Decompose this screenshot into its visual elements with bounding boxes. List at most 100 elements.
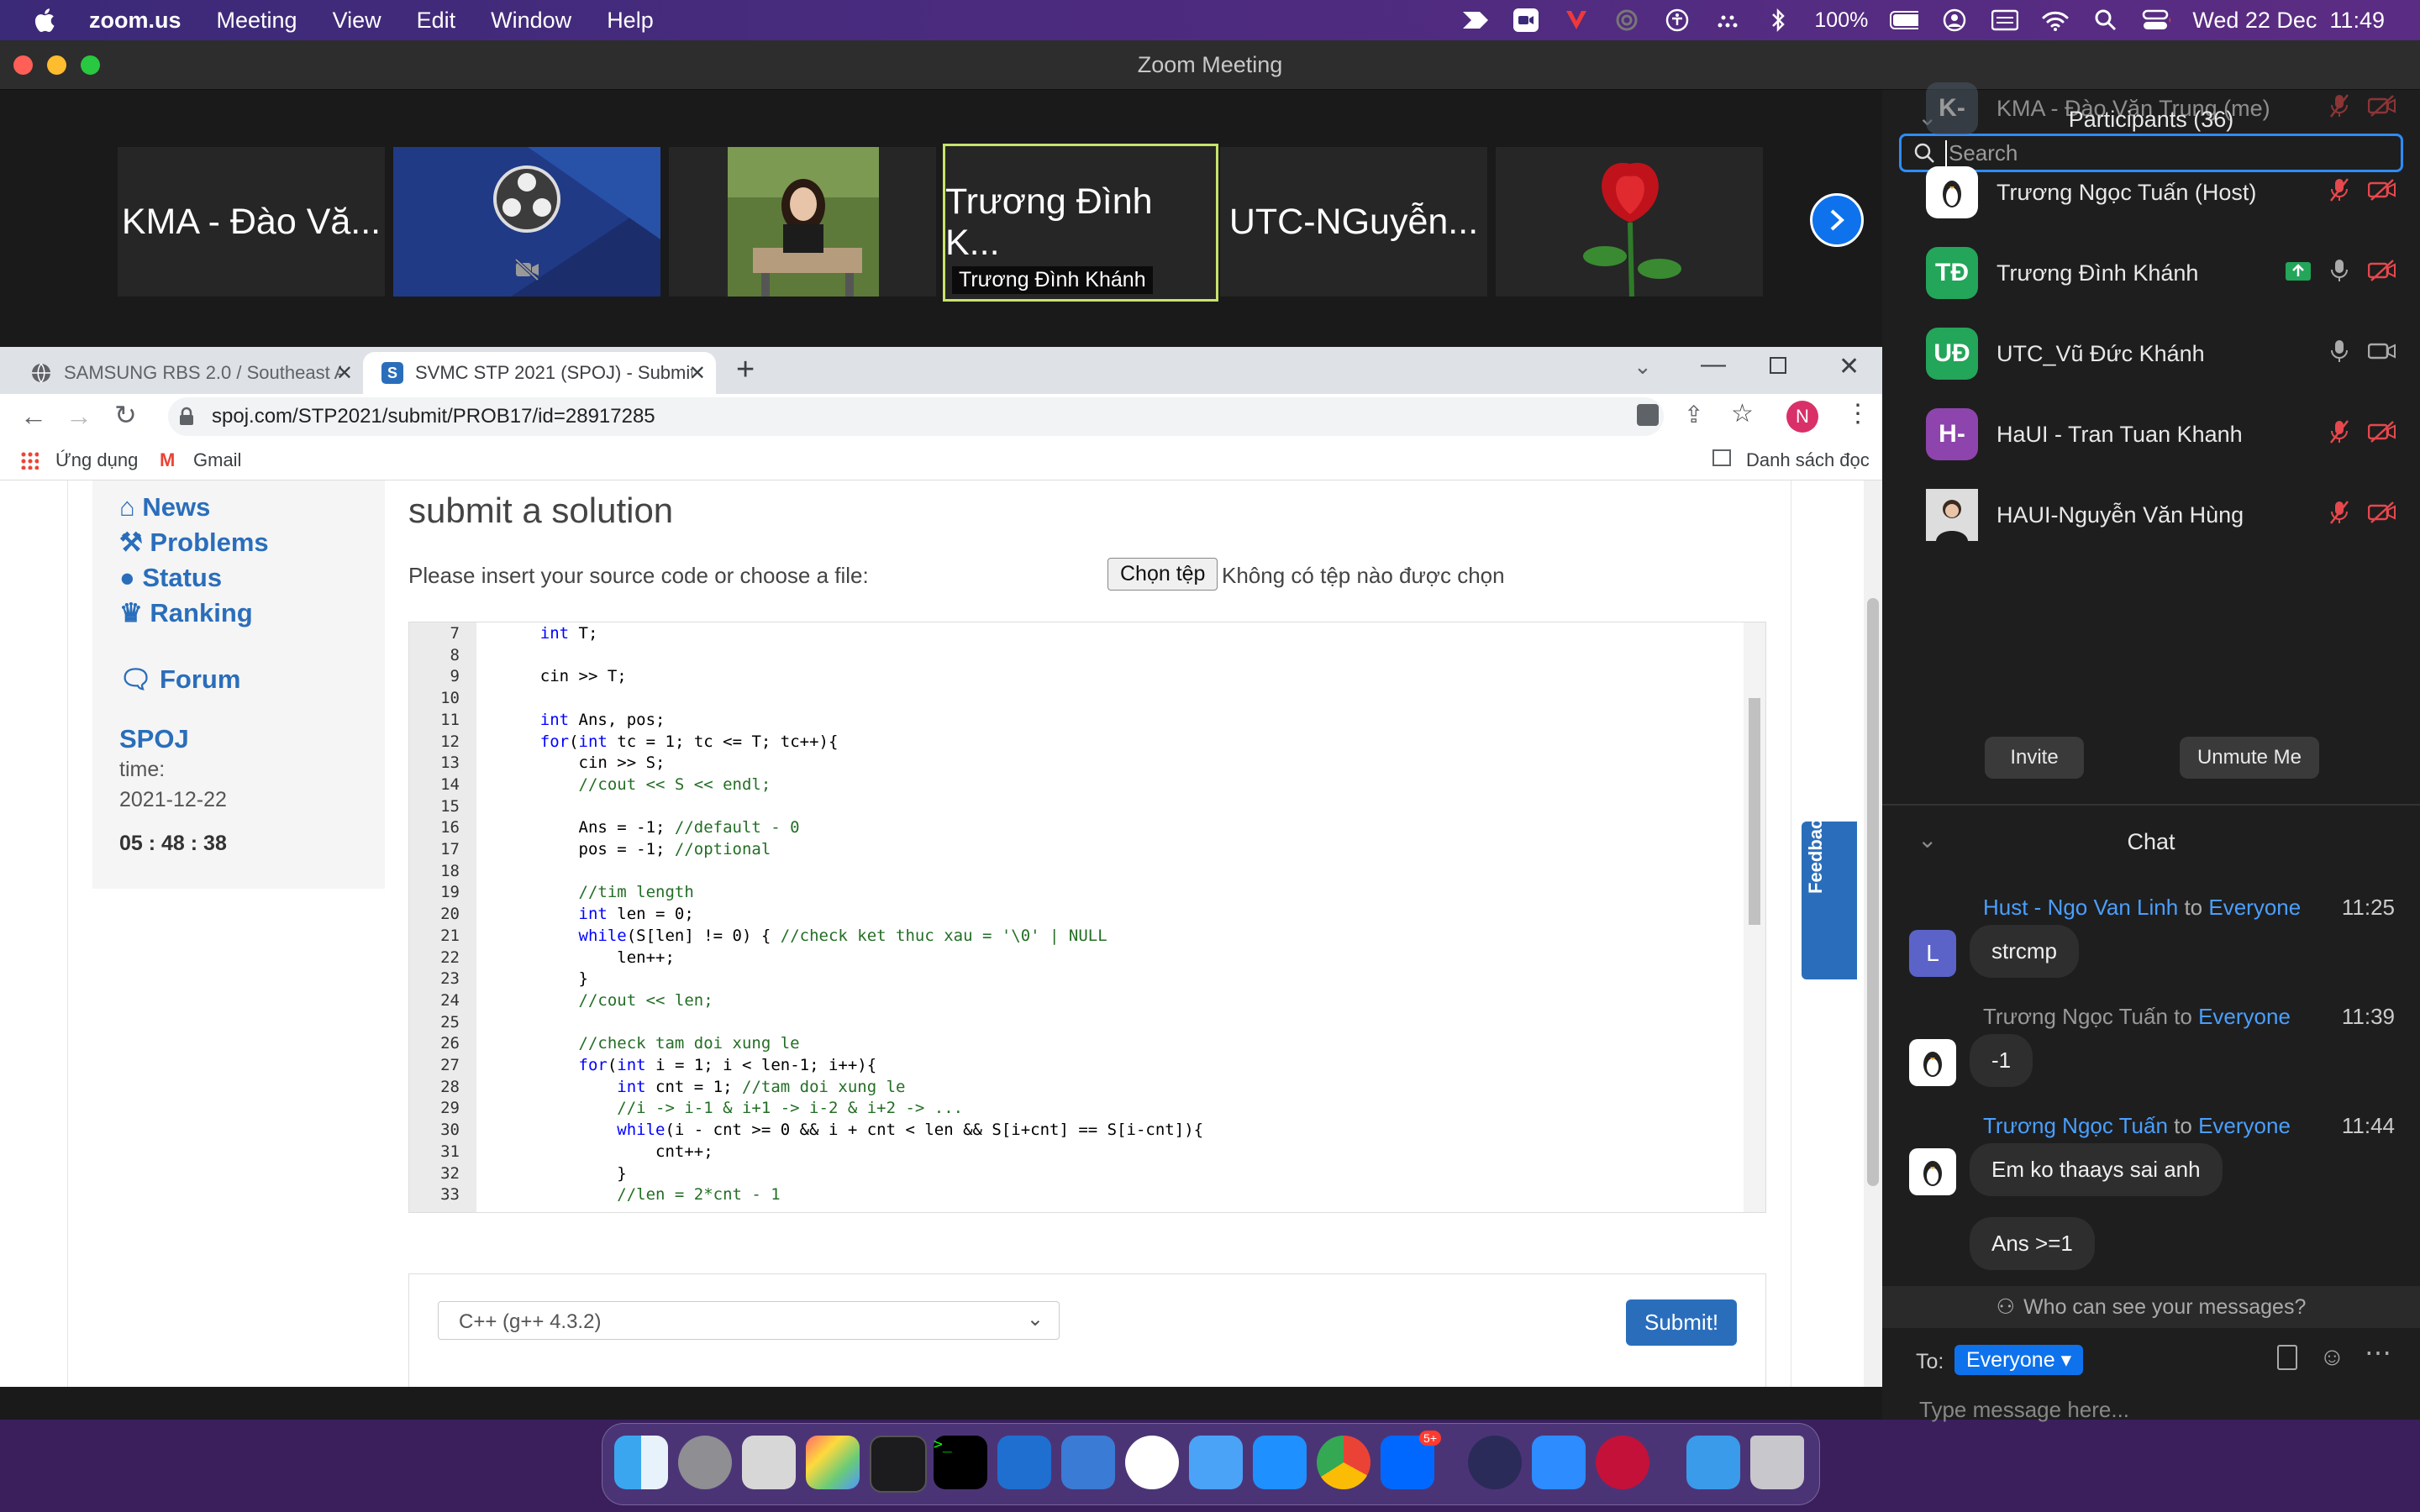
translate-icon[interactable]: [1637, 404, 1659, 426]
feedback-tab[interactable]: Feedback: [1802, 809, 1857, 979]
menubar-clock[interactable]: Wed 22 Dec 11:49: [2192, 8, 2385, 34]
bookmark-gmail[interactable]: Gmail: [193, 449, 241, 471]
zalo-icon[interactable]: 5+: [1381, 1431, 1441, 1489]
wifi-icon[interactable]: [2041, 8, 2070, 33]
battery-icon[interactable]: [1890, 8, 1919, 33]
menu-edit[interactable]: Edit: [417, 8, 456, 34]
xcode-icon[interactable]: [1061, 1436, 1115, 1489]
video-tile[interactable]: [669, 147, 936, 297]
browser-tab-samsung[interactable]: SAMSUNG RBS 2.0 / Southeast A ✕: [12, 352, 363, 394]
menu-view[interactable]: View: [333, 8, 381, 34]
page-scrollbar[interactable]: [1864, 480, 1882, 1387]
menu-meeting[interactable]: Meeting: [217, 8, 297, 34]
editor-scrollbar[interactable]: [1744, 622, 1765, 1212]
chrome-icon[interactable]: [1317, 1436, 1370, 1489]
profile-avatar[interactable]: N: [1786, 401, 1818, 433]
bluetooth-icon[interactable]: [1764, 8, 1792, 33]
finder-icon[interactable]: [614, 1436, 668, 1489]
browser-tab-spoj[interactable]: S SVMC STP 2021 (SPOJ) - Submit ✕: [363, 352, 716, 394]
dots-grid-icon[interactable]: [1713, 8, 1742, 33]
video-tile[interactable]: KMA - Đào Vă...: [118, 147, 385, 297]
nav-ranking[interactable]: ♛ Ranking: [119, 598, 253, 628]
close-tab-icon[interactable]: ✕: [689, 361, 706, 386]
forward-icon[interactable]: →: [66, 401, 92, 432]
fingerprint-icon[interactable]: [1612, 8, 1641, 33]
back-icon[interactable]: ←: [20, 401, 47, 432]
more-options-icon[interactable]: ⋯: [2365, 1336, 2391, 1368]
fullscreen-window-button[interactable]: [81, 55, 100, 75]
participant-row[interactable]: H- HaUI - Tran Tuan Khanh: [1926, 394, 2396, 475]
video-tile[interactable]: UTC-NGuyễn...: [1220, 147, 1487, 297]
page-scroll-thumb[interactable]: [1867, 598, 1879, 1186]
utility-app-icon[interactable]: [742, 1436, 796, 1489]
apps-grid-icon[interactable]: [20, 451, 39, 470]
accessibility-icon[interactable]: [1663, 8, 1691, 33]
nav-problems[interactable]: ⚒ Problems: [119, 528, 269, 558]
submit-button[interactable]: Submit!: [1626, 1299, 1738, 1346]
close-browser-button[interactable]: ✕: [1839, 352, 1860, 381]
next-page-button[interactable]: [1810, 193, 1864, 247]
menu-window[interactable]: Window: [491, 8, 571, 34]
pagi-icon[interactable]: [1461, 8, 1490, 33]
zoom-status-icon[interactable]: [1512, 8, 1540, 33]
code-editor[interactable]: 7 8 9 10 11 12 13 14 15 16 17 18 19 20 21 22 23 24 25 26 27 2…: [408, 622, 1766, 1213]
video-tile[interactable]: [393, 147, 660, 297]
participant-row[interactable]: Trương Ngọc Tuấn (Host): [1926, 152, 2396, 233]
file-icon[interactable]: [2277, 1345, 2297, 1370]
nav-status[interactable]: ● Status: [119, 563, 222, 593]
downloads-folder-icon[interactable]: [1686, 1436, 1740, 1489]
vscode-icon[interactable]: [997, 1436, 1051, 1489]
minimize-window-button[interactable]: [47, 55, 66, 75]
participant-row[interactable]: UĐ UTC_Vũ Đức Khánh: [1926, 313, 2396, 394]
terminal-icon[interactable]: >_: [934, 1436, 987, 1489]
browser-menu-icon[interactable]: ⋮: [1845, 399, 1870, 428]
minimize-browser-button[interactable]: —: [1701, 350, 1726, 379]
share-icon[interactable]: ⇪: [1684, 401, 1703, 428]
emoji-icon[interactable]: ☺: [2319, 1343, 2345, 1372]
control-center-icon[interactable]: [2142, 8, 2171, 33]
reload-icon[interactable]: ↻: [114, 399, 137, 431]
participant-row[interactable]: K- KMA - Đào Văn Trung (me): [1926, 68, 2396, 149]
choose-file-button[interactable]: Chọn tệp: [1107, 558, 1218, 591]
participant-row[interactable]: TĐ Trương Đình Khánh: [1926, 233, 2396, 313]
menu-app-name[interactable]: zoom.us: [89, 8, 182, 34]
activity-monitor-icon[interactable]: [870, 1436, 927, 1493]
close-window-button[interactable]: [13, 55, 33, 75]
keyboard-input-icon[interactable]: [1991, 8, 2019, 33]
mail-icon[interactable]: [1189, 1436, 1243, 1489]
menu-help[interactable]: Help: [607, 8, 654, 34]
tab-search-icon[interactable]: ⌄: [1634, 354, 1652, 380]
nav-forum[interactable]: 🗨 Forum: [119, 664, 240, 695]
apple-menu-icon[interactable]: [30, 5, 60, 35]
recipient-select[interactable]: Everyone ▾: [1954, 1345, 2084, 1375]
app-store-icon[interactable]: [1253, 1436, 1307, 1489]
spotlight-search-icon[interactable]: [2091, 8, 2120, 33]
vpn-app-icon[interactable]: [1596, 1436, 1649, 1489]
video-tile[interactable]: [1496, 147, 1763, 297]
spoj-brand-link[interactable]: SPOJ: [119, 724, 189, 754]
address-bar[interactable]: spoj.com/STP2021/submit/PROB17/id=289172…: [168, 397, 1664, 436]
restore-browser-button[interactable]: [1770, 357, 1786, 374]
bookmark-star-icon[interactable]: ☆: [1731, 399, 1754, 428]
launchpad-icon[interactable]: [806, 1436, 860, 1489]
video-tile-active-speaker[interactable]: Trương Đình K... Trương Đình Khánh: [943, 144, 1218, 302]
bookmark-apps[interactable]: Ứng dụng: [55, 449, 138, 471]
app-store-alt-icon[interactable]: [1125, 1436, 1179, 1489]
nav-news[interactable]: ⌂ News: [119, 492, 210, 522]
user-account-icon[interactable]: [1940, 8, 1969, 33]
editor-scroll-thumb[interactable]: [1749, 698, 1760, 925]
participant-row[interactable]: HAUI-Nguyễn Văn Hùng: [1926, 475, 2396, 555]
unmute-me-button[interactable]: Unmute Me: [2180, 737, 2319, 779]
vivaldi-icon[interactable]: [1562, 8, 1591, 33]
invite-button[interactable]: Invite: [1985, 737, 2084, 779]
reading-list-link[interactable]: Danh sách đọc: [1746, 449, 1870, 471]
eclipse-icon[interactable]: [1468, 1436, 1522, 1489]
chat-input[interactable]: Type message here...: [1919, 1397, 2129, 1423]
close-tab-icon[interactable]: ✕: [336, 361, 353, 386]
system-preferences-icon[interactable]: [678, 1436, 732, 1489]
chat-privacy-bar[interactable]: ⚇ Who can see your messages?: [1882, 1286, 2420, 1328]
zoom-icon[interactable]: [1532, 1436, 1586, 1489]
language-select[interactable]: C++ (g++ 4.3.2) ⌄: [438, 1301, 1060, 1340]
new-tab-button[interactable]: +: [736, 352, 755, 388]
trash-icon[interactable]: [1750, 1436, 1804, 1489]
